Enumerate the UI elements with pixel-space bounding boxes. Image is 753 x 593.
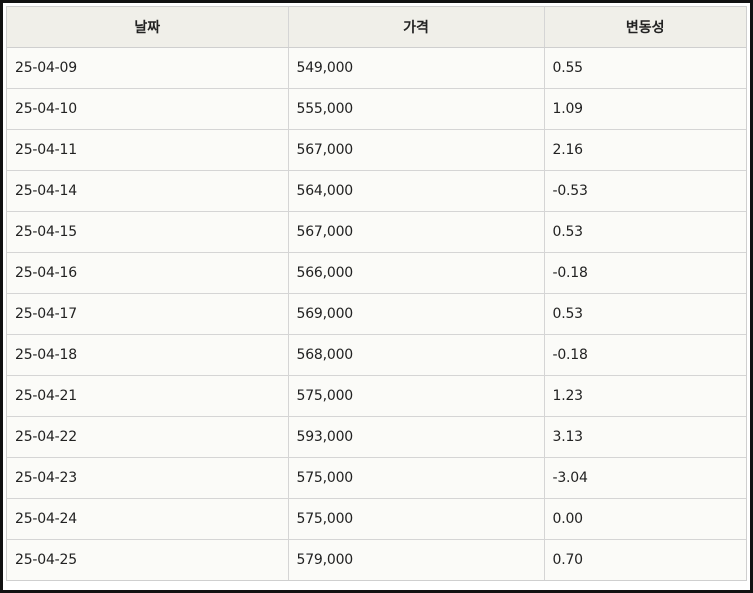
cell-volatility: -0.53 [544, 170, 746, 212]
cell-volatility: -3.04 [544, 457, 746, 499]
table-row: 25-04-25 579,000 0.70 [7, 539, 746, 580]
table-row: 25-04-14 564,000 -0.53 [7, 170, 746, 212]
header-volatility: 변동성 [544, 7, 746, 48]
cell-price: 575,000 [288, 375, 545, 417]
cell-price: 555,000 [288, 88, 545, 130]
cell-price: 575,000 [288, 498, 545, 540]
header-row: 날짜 가격 변동성 [7, 7, 746, 48]
table-row: 25-04-21 575,000 1.23 [7, 375, 746, 417]
cell-date: 25-04-22 [7, 416, 289, 458]
cell-date: 25-04-15 [7, 211, 289, 253]
table-header: 날짜 가격 변동성 [7, 7, 746, 48]
cell-volatility: -0.18 [544, 252, 746, 294]
table-body: 25-04-09 549,000 0.55 25-04-10 555,000 1.09 25… [7, 47, 746, 580]
cell-price: 567,000 [288, 211, 545, 253]
cell-price: 549,000 [288, 47, 545, 89]
price-table: 날짜 가격 변동성 25-04-09 549,000 0.55 25-04-10 555… [7, 7, 746, 580]
cell-volatility: 2.16 [544, 129, 746, 171]
table-row: 25-04-09 549,000 0.55 [7, 47, 746, 89]
cell-price: 593,000 [288, 416, 545, 458]
cell-volatility: 3.13 [544, 416, 746, 458]
cell-price: 575,000 [288, 457, 545, 499]
cell-price: 566,000 [288, 252, 545, 294]
cell-price: 567,000 [288, 129, 545, 171]
screenshot-frame: 날짜 가격 변동성 25-04-09 549,000 0.55 25-04-10 555… [0, 0, 753, 593]
cell-price: 569,000 [288, 293, 545, 335]
cell-date: 25-04-21 [7, 375, 289, 417]
cell-date: 25-04-14 [7, 170, 289, 212]
cell-volatility: -0.18 [544, 334, 746, 376]
cell-volatility: 0.53 [544, 293, 746, 335]
table-row: 25-04-18 568,000 -0.18 [7, 334, 746, 376]
price-table-container: 날짜 가격 변동성 25-04-09 549,000 0.55 25-04-10 555… [6, 6, 747, 581]
cell-volatility: 0.00 [544, 498, 746, 540]
cell-price: 579,000 [288, 539, 545, 580]
cell-date: 25-04-10 [7, 88, 289, 130]
table-row: 25-04-10 555,000 1.09 [7, 88, 746, 130]
cell-date: 25-04-23 [7, 457, 289, 499]
cell-price: 568,000 [288, 334, 545, 376]
cell-volatility: 0.53 [544, 211, 746, 253]
table-row: 25-04-22 593,000 3.13 [7, 416, 746, 458]
cell-date: 25-04-18 [7, 334, 289, 376]
cell-volatility: 1.09 [544, 88, 746, 130]
table-row: 25-04-16 566,000 -0.18 [7, 252, 746, 294]
table-row: 25-04-23 575,000 -3.04 [7, 457, 746, 499]
cell-date: 25-04-25 [7, 539, 289, 580]
cell-volatility: 0.70 [552, 552, 584, 568]
table-row: 25-04-17 569,000 0.53 [7, 293, 746, 335]
cell-date: 25-04-24 [7, 498, 289, 540]
cell-date: 25-04-16 [7, 252, 289, 294]
header-date: 날짜 [7, 7, 289, 48]
header-price: 가격 [288, 7, 545, 48]
cell-date: 25-04-17 [7, 293, 289, 335]
table-row: 25-04-15 567,000 0.53 [7, 211, 746, 253]
cell-date: 25-04-09 [7, 47, 289, 89]
table-row: 25-04-24 575,000 0.00 [7, 498, 746, 540]
cell-price: 564,000 [288, 170, 545, 212]
cell-date: 25-04-11 [7, 129, 289, 171]
cell-volatility: 0.55 [544, 47, 746, 89]
table-row: 25-04-11 567,000 2.16 [7, 129, 746, 171]
cell-volatility: 1.23 [544, 375, 746, 417]
